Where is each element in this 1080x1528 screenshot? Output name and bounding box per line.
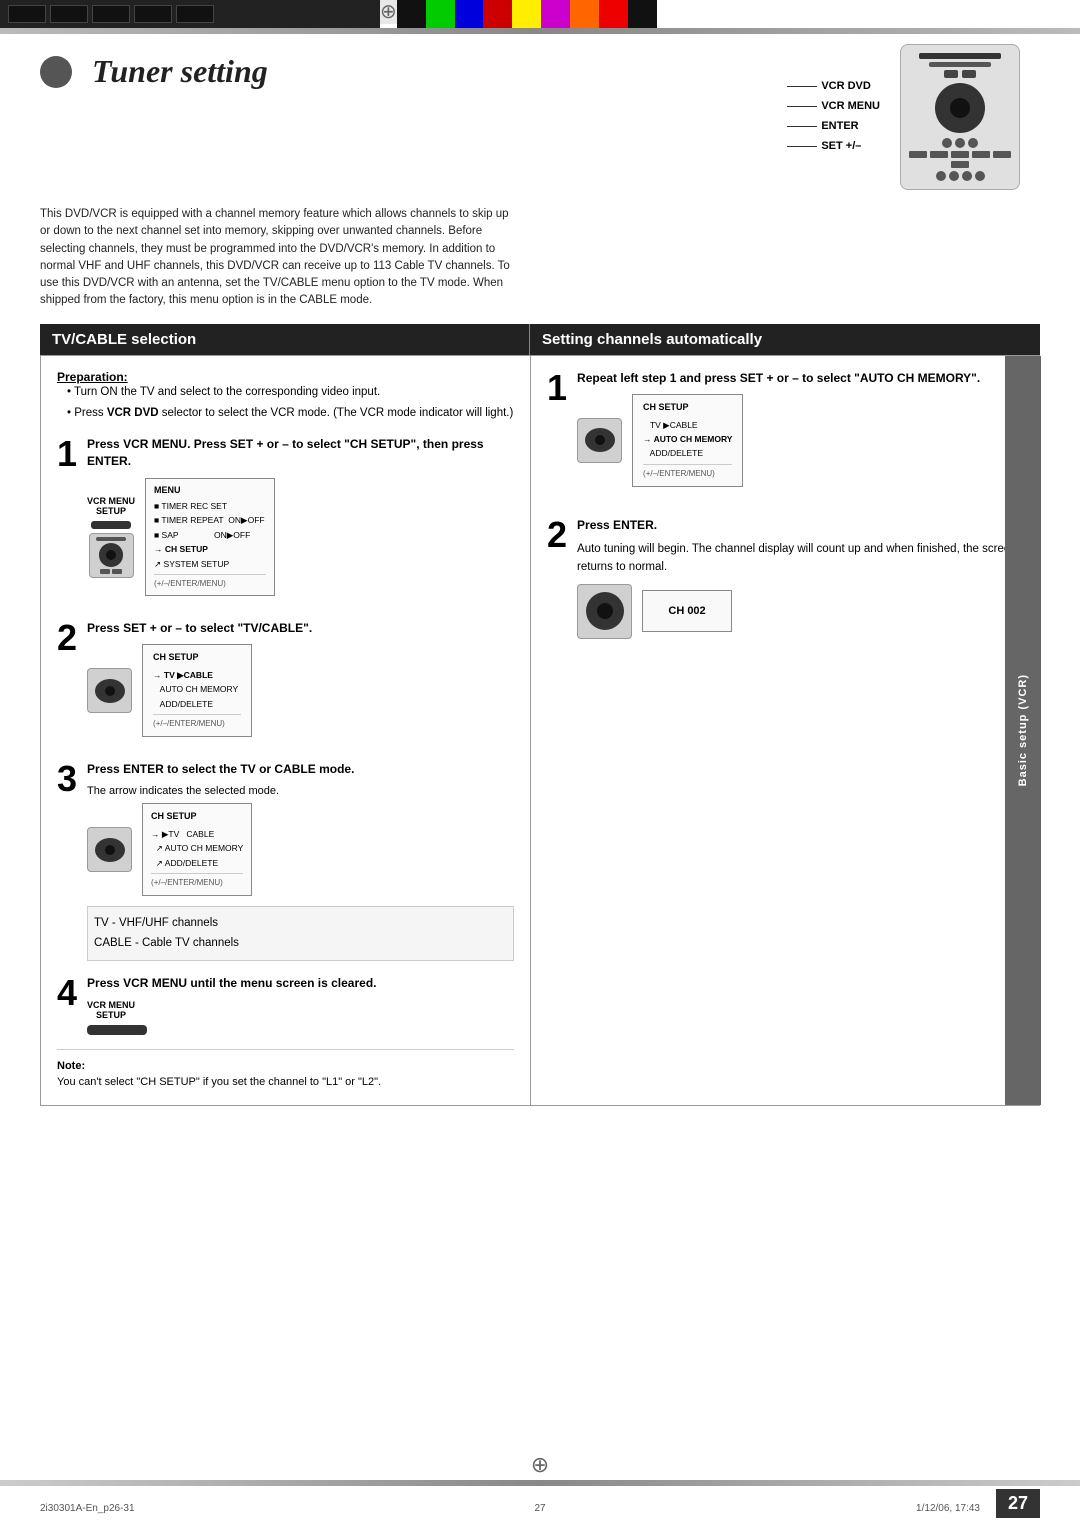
channel-counter-screen: CH 002 [642,590,732,632]
menu-screen: MENU ■ TIMER REC SET ■ TIMER REPEAT ON▶O… [145,478,275,596]
step-3-text: Press ENTER to select the TV or CABLE mo… [87,761,514,778]
step-2-text: Press SET + or – to select "TV/CABLE". [87,620,514,637]
sc-step-1-number: 1 [547,370,567,406]
bar-block-3 [92,5,130,23]
sc-step-2-content: Press ENTER. Auto tuning will begin. The… [577,517,1023,649]
sc-step-1: 1 Repeat left step 1 and press SET + or … [547,370,1023,497]
title-section: Tuner setting VCR DVD VCR MENU ENTER [40,54,1040,190]
screen-footer-3: (+/–/ENTER/MENU) [151,873,243,890]
title-icon [40,56,72,88]
tv-cable-step-2: 2 Press SET + or – to select "TV/CABLE".… [57,620,514,747]
top-bar-left [0,0,380,28]
sc-step-1-text: Repeat left step 1 and press SET + or – … [577,370,1023,387]
step-3-diagram: CH SETUP → ▶TV CABLE ↗ AUTO CH MEMORY ↗ … [87,803,514,895]
note-text: You can't select "CH SETUP" if you set t… [57,1074,514,1091]
tv-cable-step-1: 1 Press VCR MENU. Press SET + or – to se… [57,436,514,606]
tv-cable-screen: CH SETUP → ▶TV CABLE ↗ AUTO CH MEMORY ↗ … [142,803,252,895]
ch-setup-screen-2: CH SETUP → TV ▶CABLE AUTO CH MEMORY ADD/… [142,644,252,736]
color-block-orange [570,0,599,28]
step-2-diagram: CH SETUP → TV ▶CABLE AUTO CH MEMORY ADD/… [87,644,514,736]
section-headers-row: TV/CABLE selection Setting channels auto… [40,324,1040,355]
step-1-content: Press VCR MENU. Press SET + or – to sele… [87,436,514,606]
bottom-line [0,1480,1080,1486]
bar-block-1 [8,5,46,23]
preparation-title: Preparation: [57,370,514,384]
remote-label-vcr-menu: VCR MENU [787,100,880,112]
remote-visual [900,44,1020,190]
color-block-yellow [512,0,541,28]
page-number-box: 27 [996,1489,1040,1518]
step-1-text: Press VCR MENU. Press SET + or – to sele… [87,436,514,470]
auto-tuning-description: Auto tuning will begin. The channel disp… [577,541,1023,576]
top-bar: ⊕ [0,0,1080,28]
bottom-crosshair: ⊕ [531,1452,549,1478]
step-4-vcr-label: VCR MENUSETUP [87,1000,135,1020]
description-row: This DVD/VCR is equipped with a channel … [40,206,1040,310]
header-description: This DVD/VCR is equipped with a channel … [40,206,520,310]
step-2-number: 2 [57,620,77,656]
section-header-setting-channels: Setting channels automatically [530,324,1040,355]
top-bar-center: ⊕ [380,0,397,24]
right-column: 1 Repeat left step 1 and press SET + or … [531,356,1039,1105]
prep-item-1: Turn ON the TV and select to the corresp… [57,384,514,401]
prep-item-2: Press VCR DVD selector to select the VCR… [57,405,514,422]
sc-screen-footer: (+/–/ENTER/MENU) [643,464,732,481]
screen-footer-2: (+/–/ENTER/MENU) [153,714,241,731]
page-content: Tuner setting VCR DVD VCR MENU ENTER [0,34,1080,1126]
screen-footer-1: (+/–/ENTER/MENU) [154,574,266,591]
footer-page-number-center: 27 [534,1503,545,1514]
step-4-content: Press VCR MENU until the menu screen is … [87,975,514,1035]
sidebar-tab-label: Basic setup (VCR) [1017,664,1029,796]
footer-file-left: 2i30301A-En_p26-31 [40,1503,135,1514]
step-3-number: 3 [57,761,77,797]
bar-block-5 [176,5,214,23]
step-3-note: The arrow indicates the selected mode. [87,785,514,797]
sc-step-2-text: Press ENTER. [577,517,1023,534]
left-column: Preparation: Turn ON the TV and select t… [41,356,531,1105]
sc-step-1-diagram: CH SETUP TV ▶CABLE → AUTO CH MEMORY ADD/… [577,394,1023,486]
tv-cable-step-4: 4 Press VCR MENU until the menu screen i… [57,975,514,1035]
step-1-number: 1 [57,436,77,472]
cable-channels-label: CABLE - Cable TV channels [94,933,239,954]
vcr-menu-label: VCR MENUSETUP [87,496,135,516]
channels-info: TV - VHF/UHF channels CABLE - Cable TV c… [87,906,514,961]
sc-ch-setup-title: CH SETUP [643,400,732,415]
remote-label-set: SET +/– [787,140,880,152]
sc-step-2-diagram: CH 002 [577,584,1023,639]
section-header-tv-cable: TV/CABLE selection [40,324,530,355]
remote-label-enter: ENTER [787,120,880,132]
color-block-black [397,0,426,28]
page-title: Tuner setting [92,55,268,87]
tv-channels-label: TV - VHF/UHF channels [94,913,239,934]
sidebar-tab-area: Basic setup (VCR) [1005,356,1041,1105]
color-block-purple [541,0,570,28]
footnote-box: Note: You can't select "CH SETUP" if you… [57,1049,514,1091]
sc-step-1-content: Repeat left step 1 and press SET + or – … [577,370,1023,497]
step-2-content: Press SET + or – to select "TV/CABLE". C… [87,620,514,747]
top-bar-right [397,0,657,28]
main-columns: Preparation: Turn ON the TV and select t… [40,355,1040,1106]
step-4-number: 4 [57,975,77,1011]
color-block-green [426,0,455,28]
preparation-box: Preparation: Turn ON the TV and select t… [57,370,514,423]
note-title: Note: [57,1058,514,1075]
bar-block-2 [50,5,88,23]
tv-cable-step-3: 3 Press ENTER to select the TV or CABLE … [57,761,514,961]
color-block-red2 [599,0,628,28]
sc-step-2-number: 2 [547,517,567,553]
bar-block-4 [134,5,172,23]
ch-setup-title-2: CH SETUP [153,650,241,665]
sc-ch-setup-screen: CH SETUP TV ▶CABLE → AUTO CH MEMORY ADD/… [632,394,743,486]
footer-date: 1/12/06, 17:43 [916,1503,980,1514]
step-3-content: Press ENTER to select the TV or CABLE mo… [87,761,514,961]
color-block-black2 [628,0,657,28]
color-block-red1 [483,0,512,28]
step-1-diagram: VCR MENUSETUP [87,478,514,596]
ch-setup-title-3: CH SETUP [151,809,243,824]
sc-step-2: 2 Press ENTER. Auto tuning will begin. T… [547,517,1023,649]
step-4-text: Press VCR MENU until the menu screen is … [87,975,514,992]
color-block-blue [455,0,484,28]
remote-label-vcr-dvd: VCR DVD [787,80,880,92]
